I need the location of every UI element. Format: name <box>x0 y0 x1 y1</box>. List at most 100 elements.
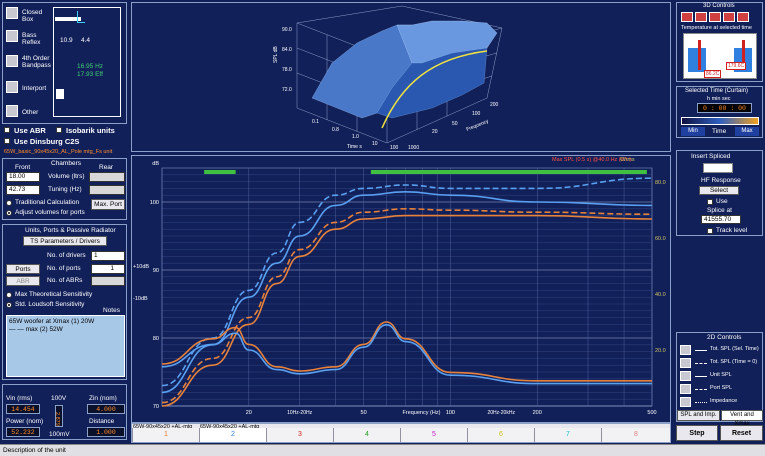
driver-shape <box>56 89 64 99</box>
rear-tuning-input[interactable] <box>89 185 125 195</box>
tab-6[interactable]: 6 <box>467 428 534 442</box>
tab-1[interactable]: 1 <box>132 428 199 442</box>
thermometer-graphic: 86.2C 179.6C <box>683 33 757 79</box>
notes-label: Notes <box>103 307 120 314</box>
power-panel: Vin (rms) 14.454 Power (nom) 52.232 100V… <box>2 384 127 440</box>
voltage-meter[interactable]: 2.879 <box>54 405 63 427</box>
no-ports-input[interactable]: 1 <box>91 264 125 274</box>
front-volume-input[interactable]: 18.00 <box>6 172 40 182</box>
unit-file-label: 65W_basic_90x45x20_AL_Pole mtg_Fs unit <box>4 149 113 155</box>
select-hf-button[interactable]: Select <box>699 186 739 195</box>
curtain-units: h min sec <box>707 96 731 102</box>
view-button-1[interactable] <box>681 12 693 22</box>
view-button-2[interactable] <box>695 12 707 22</box>
x-tick-5: 1000 <box>408 145 419 151</box>
use-splice-check[interactable]: Use <box>707 198 747 206</box>
track-level-check[interactable]: Track level <box>707 227 762 235</box>
splice-frequency-input[interactable]: 41555.70 <box>701 215 741 224</box>
legend-port-spl[interactable]: Port SPL <box>680 384 762 395</box>
controls-3d-panel: 3D Controls Temperature at selected time… <box>676 2 763 82</box>
left-thermometer <box>698 40 701 70</box>
x-annotation-high: 20Hz-20kHz <box>487 410 515 416</box>
step-button[interactable]: Step <box>676 425 718 441</box>
spl-chart-panel: Max SPL (0.5 s) @40.0 Hz (Wtr) Ohms +10d… <box>131 155 671 423</box>
max-sensitivity-radio[interactable]: Max Theoretical Sensitivity <box>6 291 116 300</box>
tab-2[interactable]: 2 <box>199 428 266 442</box>
reset-button[interactable]: Reset <box>720 425 763 441</box>
coverage-bar-high <box>370 170 647 174</box>
ts-parameters-dropdown[interactable]: TS Parameters / Drivers <box>23 236 107 246</box>
legend-unit-spl[interactable]: Unit SPL <box>680 371 762 382</box>
interport-icon <box>6 81 18 93</box>
spl-chart[interactable]: 100 90 80 70 dB 80.0 60.0 40.0 20.0 20 50 100 200 500… <box>132 156 670 422</box>
vin-value[interactable]: 14.454 <box>6 404 40 414</box>
isobarik-check[interactable]: Isobarik units <box>56 126 126 136</box>
x-axis-label: Frequency (Hz) <box>403 410 441 416</box>
waterfall-plot[interactable]: 90.0 84.0 78.0 72.0 SPL dB 0.1 0.8 1.0 1… <box>132 3 670 151</box>
x-annotation-low: 10Hz-20Hz <box>287 410 313 416</box>
curtain-time-input[interactable]: 0 : 00 : 00 <box>697 103 752 113</box>
legend-impedance[interactable]: Impedance <box>680 397 762 408</box>
y-tick-label-2: 80 <box>153 336 159 342</box>
std-sensitivity-radio[interactable]: Std. Loudsoft Sensitivity <box>6 301 116 310</box>
units-title: Units, Ports & Passive Radiator <box>25 227 116 234</box>
no-abrs-input[interactable] <box>91 276 125 286</box>
tab-5[interactable]: 5 <box>400 428 467 442</box>
no-drivers-select[interactable]: 1 <box>91 251 125 261</box>
y2-tick-label-2: 40.0 <box>655 292 666 298</box>
y2-tick-label-3: 20.0 <box>655 348 666 354</box>
tab-8[interactable]: 8 <box>601 428 670 442</box>
rear-volume-input[interactable] <box>89 172 125 182</box>
distance-value[interactable]: 1.000 <box>87 427 125 437</box>
y-tick-label-1: 90 <box>153 268 159 274</box>
abr-button[interactable]: ABR <box>6 276 40 286</box>
adjust-volumes-radio[interactable]: Adjust volumes for ports <box>6 209 86 218</box>
other-icon <box>6 105 18 117</box>
traditional-radio[interactable]: Traditional Calculation <box>6 199 86 208</box>
y-axis-label: Frequency <box>466 118 491 133</box>
view-button-4[interactable] <box>723 12 735 22</box>
tab-3[interactable]: 3 <box>266 428 333 442</box>
bandpass-icon <box>6 55 18 67</box>
use-abr-check[interactable]: Use ABR <box>4 126 54 136</box>
y-tick-1: 50 <box>452 121 458 127</box>
chambers-title: Chambers <box>51 160 81 167</box>
tab-spl-and-imp[interactable]: SPL and Imp. <box>677 410 720 421</box>
front-tuning-input[interactable]: 42.73 <box>6 185 40 195</box>
chambers-panel: Chambers Front Rear 18.00 Volume (ltrs) … <box>2 158 127 220</box>
plot-area <box>161 167 653 407</box>
x-tick-2: 1.0 <box>352 134 359 140</box>
x-tick-label-0: 20 <box>246 410 252 416</box>
tab-vent-and-xmax[interactable]: Vent and Xmax <box>721 410 763 427</box>
dinsburg-check[interactable]: Use Dinsburg C2S <box>4 137 94 147</box>
temp-right-value: 179.6C <box>726 62 747 70</box>
x-tick-3: 10 <box>372 141 378 147</box>
time-slider-track[interactable] <box>681 117 759 125</box>
view-button-5[interactable] <box>737 12 749 22</box>
legend-tot-spl-sel[interactable]: Tot. SPL (Sel. Time) <box>680 345 762 356</box>
ports-button[interactable]: Ports <box>6 264 40 274</box>
left-tank <box>688 48 706 72</box>
unit-spl-icon <box>680 371 691 381</box>
zin-value[interactable]: 4.000 <box>87 404 125 414</box>
power-value[interactable]: 52.232 <box>6 427 40 437</box>
power-label: Power (nom) <box>6 418 44 425</box>
controls-2d-title: 2D Controls <box>707 334 742 341</box>
vin-label: Vin (rms) <box>6 395 33 402</box>
x-axis-label: Time s <box>347 144 362 150</box>
port-arrow <box>77 11 85 23</box>
zin-label: Zin (nom) <box>89 395 117 402</box>
status-text: Description of the unit <box>3 447 66 454</box>
status-bar: Description of the unit <box>0 444 765 456</box>
time-slider-max[interactable]: Max <box>735 127 759 136</box>
x-tick-label-3: 200 <box>533 410 542 416</box>
view-button-3[interactable] <box>709 12 721 22</box>
tab-7[interactable]: 7 <box>534 428 601 442</box>
y-tick-0: 20 <box>432 129 438 135</box>
tuning-readout: 16.95 Hz <box>77 63 104 70</box>
max-port-button[interactable]: Max. Port <box>91 199 125 210</box>
time-slider-min[interactable]: Min <box>681 127 705 136</box>
tab-4[interactable]: 4 <box>333 428 400 442</box>
notes-area[interactable]: 65W woofer at Xmax (1) 20W — — max (2) 5… <box>6 315 125 377</box>
legend-tot-spl-zero[interactable]: Tot. SPL (Time = 0) <box>680 358 762 369</box>
